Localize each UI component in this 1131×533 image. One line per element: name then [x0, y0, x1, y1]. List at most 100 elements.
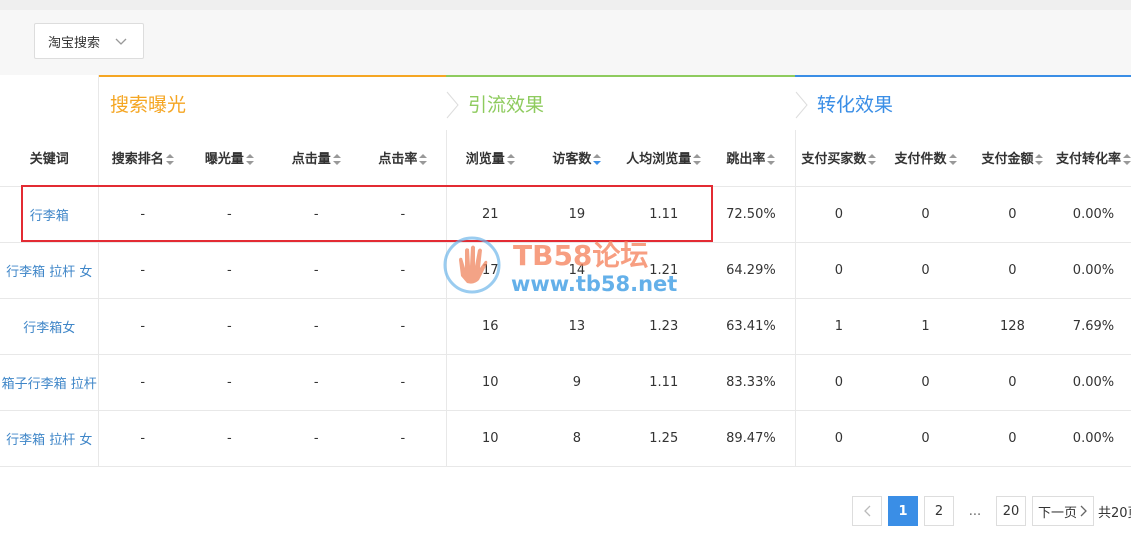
watermark-name: TB58论坛: [513, 239, 649, 272]
cell-visitors: 8: [533, 410, 621, 467]
keyword-analysis-page: 淘宝搜索 搜索曝光 引流效果 转化效果 关键词 搜索排名 曝光量 点击量 点击率…: [0, 0, 1131, 533]
cell-pay-conversion: 0.00%: [1055, 242, 1131, 299]
col-header-label: 曝光量: [204, 152, 244, 168]
col-header-visitors[interactable]: 访客数: [533, 130, 621, 187]
cell-search-rank: -: [98, 354, 186, 411]
sort-icon: [165, 154, 174, 166]
cell-pay-conversion: 0.00%: [1055, 410, 1131, 467]
col-header-pay-amount[interactable]: 支付金额: [968, 130, 1056, 187]
cell-pageviews: 10: [446, 354, 534, 411]
cell-clicks: -: [272, 354, 360, 411]
prev-page-button[interactable]: [852, 496, 882, 526]
chevron-left-icon: [864, 505, 871, 517]
filter-toolbar: 淘宝搜索: [0, 10, 1131, 75]
cell-keyword[interactable]: 箱子行李箱 拉杆: [0, 354, 100, 411]
keyword-link[interactable]: 箱子行李箱 拉杆: [2, 377, 97, 392]
col-header-clicks[interactable]: 点击量: [272, 130, 360, 187]
cell-keyword[interactable]: 行李箱 拉杆 女: [0, 242, 100, 299]
col-header-impressions[interactable]: 曝光量: [185, 130, 273, 187]
cell-pay-buyers: 0: [795, 354, 883, 411]
col-header-ctr[interactable]: 点击率: [359, 130, 448, 187]
source-dropdown[interactable]: 淘宝搜索: [34, 23, 144, 59]
cell-clicks: -: [272, 242, 360, 299]
cell-pay-conversion: 0.00%: [1055, 186, 1131, 243]
keyword-link[interactable]: 行李箱女: [23, 321, 75, 336]
cell-pay-buyers: 0: [795, 186, 883, 243]
watermark: TB58论坛 www.tb58.net: [441, 232, 701, 302]
next-page-button[interactable]: 下一页: [1032, 496, 1094, 526]
col-header-label: 支付件数: [894, 152, 947, 168]
cell-pay-buyers: 0: [795, 410, 883, 467]
cell-impressions: -: [185, 354, 273, 411]
col-header-avg-pageviews[interactable]: 人均浏览量: [620, 130, 708, 187]
cell-keyword[interactable]: 行李箱 拉杆 女: [0, 410, 100, 467]
col-header-label: 点击率: [378, 152, 418, 168]
cell-pageviews: 16: [446, 298, 534, 355]
cell-impressions: -: [185, 242, 273, 299]
cell-pay-amount: 0: [968, 186, 1056, 243]
cell-visitors: 13: [533, 298, 621, 355]
cell-ctr: -: [359, 354, 448, 411]
col-header-label: 浏览量: [465, 152, 505, 168]
hand-logo-icon: [443, 236, 501, 294]
col-header-label: 搜索排名: [111, 152, 164, 168]
sort-icon: [948, 154, 957, 166]
col-header-pageviews[interactable]: 浏览量: [446, 130, 534, 187]
cell-pay-items: 0: [882, 410, 969, 467]
cell-pay-conversion: 0.00%: [1055, 354, 1131, 411]
page-button-2[interactable]: 2: [924, 496, 954, 526]
cell-pay-buyers: 1: [795, 298, 883, 355]
keyword-link[interactable]: 行李箱 拉杆 女: [6, 433, 92, 448]
group-title-conversion-effect: 转化效果: [817, 94, 894, 116]
cell-impressions: -: [185, 298, 273, 355]
sort-icon: [1122, 154, 1131, 166]
chevron-right-icon: [1080, 505, 1087, 517]
cell-pay-amount: 128: [968, 298, 1056, 355]
cell-bounce-rate: 89.47%: [707, 410, 796, 467]
col-header-label: 访客数: [552, 152, 592, 168]
cell-ctr: -: [359, 242, 448, 299]
cell-avg-pageviews: 1.23: [620, 298, 708, 355]
sort-desc-icon: [593, 154, 602, 166]
table-row: 行李箱 拉杆 女 - - - - 10 8 1.25 89.47% 0 0 0 …: [0, 410, 1131, 467]
cell-search-rank: -: [98, 242, 186, 299]
col-header-pay-items[interactable]: 支付件数: [882, 130, 969, 187]
cell-pay-items: 1: [882, 298, 969, 355]
cell-bounce-rate: 64.29%: [707, 242, 796, 299]
cell-bounce-rate: 72.50%: [707, 186, 796, 243]
col-header-keyword: 关键词: [0, 130, 100, 187]
source-dropdown-label: 淘宝搜索: [48, 35, 101, 51]
cell-pageviews: 10: [446, 410, 534, 467]
metric-groups: 搜索曝光 引流效果 转化效果: [0, 75, 1131, 130]
sort-icon: [1035, 154, 1044, 166]
watermark-url: www.tb58.net: [511, 272, 678, 296]
pagination-ellipsis: ...: [968, 503, 982, 519]
cell-ctr: -: [359, 298, 448, 355]
col-header-search-rank[interactable]: 搜索排名: [98, 130, 186, 187]
cell-pay-amount: 0: [968, 242, 1056, 299]
group-bar-blue: [795, 75, 1131, 77]
group-bar-orange: [99, 75, 446, 77]
cell-avg-pageviews: 1.11: [620, 354, 708, 411]
cell-impressions: -: [185, 410, 273, 467]
col-header-label: 点击量: [291, 152, 331, 168]
chevron-down-icon: [115, 38, 127, 45]
col-header-pay-buyers[interactable]: 支付买家数: [795, 130, 883, 187]
col-header-pay-conversion[interactable]: 支付转化率: [1055, 130, 1131, 187]
page-button-20[interactable]: 20: [996, 496, 1026, 526]
pagination: 1 2 ... 20 下一页 共20页: [852, 496, 1131, 526]
group-traffic-effect: 引流效果: [446, 75, 795, 130]
cell-keyword[interactable]: 行李箱女: [0, 298, 100, 355]
col-header-label: 人均浏览量: [626, 152, 692, 168]
keyword-link[interactable]: 行李箱 拉杆 女: [6, 265, 92, 280]
cell-pay-amount: 0: [968, 354, 1056, 411]
cell-ctr: -: [359, 410, 448, 467]
page-button-1[interactable]: 1: [888, 496, 918, 526]
cell-search-rank: -: [98, 410, 186, 467]
group-title-search-exposure: 搜索曝光: [110, 94, 187, 116]
table-row: 箱子行李箱 拉杆 - - - - 10 9 1.11 83.33% 0 0 0 …: [0, 354, 1131, 411]
sort-icon: [693, 154, 702, 166]
sort-icon: [245, 154, 254, 166]
col-header-bounce-rate[interactable]: 跳出率: [707, 130, 796, 187]
cell-pay-conversion: 7.69%: [1055, 298, 1131, 355]
